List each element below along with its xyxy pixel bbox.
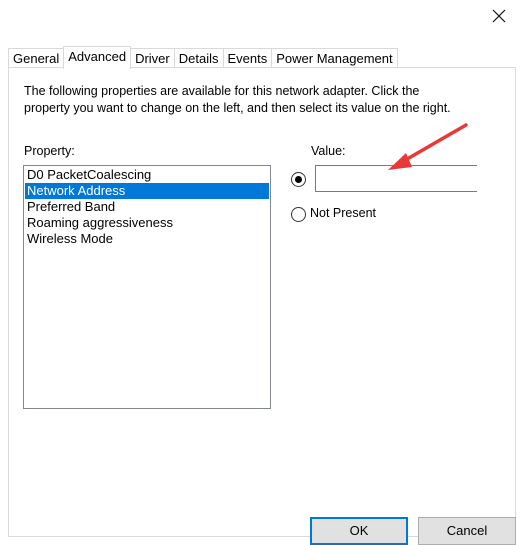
description-text: The following properties are available f… (24, 84, 451, 115)
close-button[interactable] (488, 5, 510, 27)
tab-power-management[interactable]: Power Management (271, 48, 398, 68)
not-present-radio[interactable] (291, 207, 306, 222)
cancel-button[interactable]: Cancel (418, 517, 516, 545)
tab-driver[interactable]: Driver (130, 48, 175, 68)
property-item-roaming-aggressiveness[interactable]: Roaming aggressiveness (25, 215, 269, 231)
tab-general[interactable]: General (8, 48, 65, 68)
radio-dot (295, 176, 302, 183)
value-radio[interactable] (291, 172, 306, 187)
property-item-d0-packetcoalescing[interactable]: D0 PacketCoalescing (25, 167, 269, 183)
tab-events[interactable]: Events (222, 48, 273, 68)
property-label: Property: (24, 144, 75, 158)
property-item-wireless-mode[interactable]: Wireless Mode (25, 231, 269, 247)
not-present-label: Not Present (310, 206, 377, 220)
tab-advanced[interactable]: Advanced (63, 46, 132, 69)
property-list[interactable]: D0 PacketCoalescing Network Address Pref… (23, 165, 271, 409)
arrow-icon (388, 123, 468, 170)
value-label: Value: (311, 144, 346, 158)
tab-details[interactable]: Details (173, 48, 224, 68)
tab-strip: General Advanced Driver Details Events P… (8, 46, 398, 69)
property-item-preferred-band[interactable]: Preferred Band (25, 199, 269, 215)
property-item-network-address[interactable]: Network Address (25, 183, 269, 199)
ok-button[interactable]: OK (310, 517, 408, 545)
close-icon (492, 9, 506, 23)
